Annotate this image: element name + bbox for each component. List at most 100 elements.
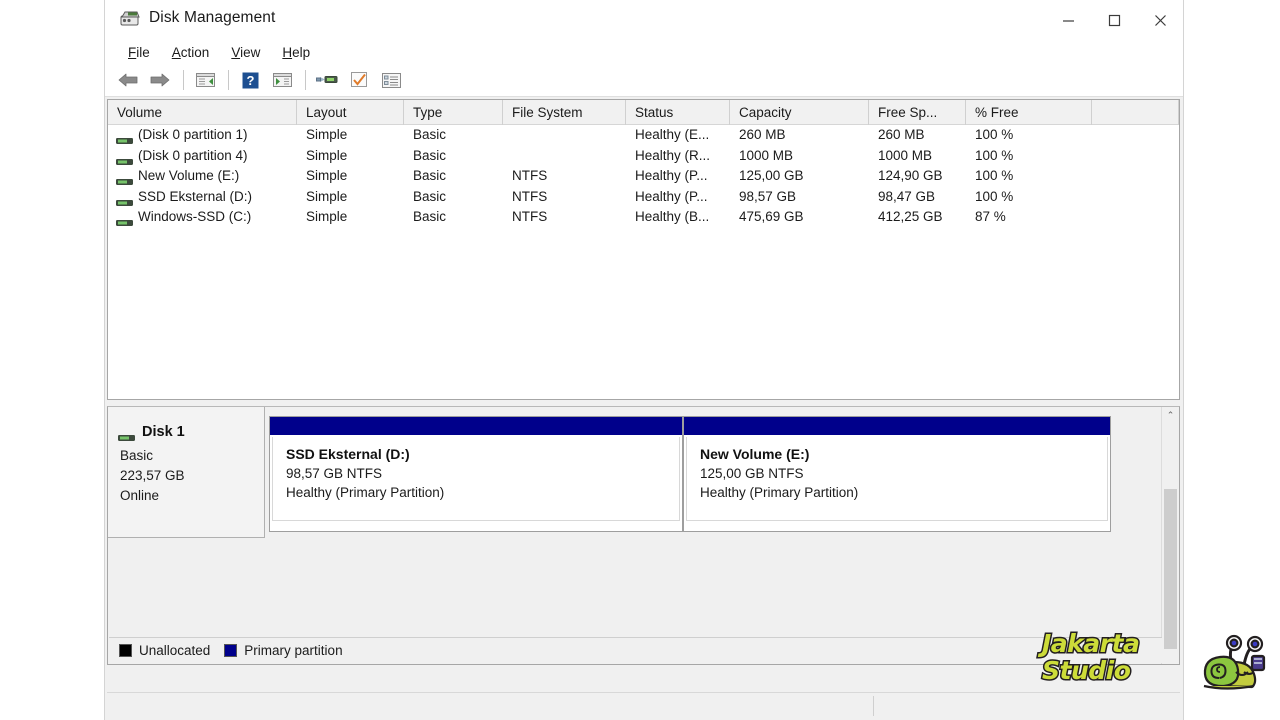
cell-status: Healthy (P... bbox=[635, 168, 708, 184]
legend-label: Primary partition bbox=[244, 643, 343, 658]
help-icon[interactable]: ? bbox=[235, 67, 265, 93]
properties-icon[interactable] bbox=[344, 67, 374, 93]
partition-area: SSD Eksternal (D:) 98,57 GB NTFS Healthy (… bbox=[265, 407, 1161, 538]
legend-label: Unallocated bbox=[139, 643, 211, 658]
scrollbar-thumb[interactable] bbox=[1164, 489, 1177, 649]
column-header-free[interactable]: % Free bbox=[966, 100, 1092, 125]
partition-color-bar bbox=[684, 417, 1110, 436]
cell-volume: New Volume (E:) bbox=[108, 166, 297, 187]
cell-type: Basic bbox=[413, 168, 447, 184]
partition-details: New Volume (E:) 125,00 GB NTFS Healthy (Pr… bbox=[686, 437, 1108, 521]
minimize-button[interactable] bbox=[1045, 0, 1091, 40]
column-header-volume[interactable]: Volume bbox=[108, 100, 297, 125]
cell-layout: Simple bbox=[306, 127, 348, 142]
volume-drive-icon bbox=[116, 152, 133, 165]
graphical-disk-view[interactable]: Disk 1 Basic 223,57 GB Online SSD Ekster… bbox=[107, 406, 1180, 665]
cell-type: Basic bbox=[413, 209, 447, 225]
cell-layout: Simple bbox=[306, 147, 348, 163]
menu-item-action[interactable]: Action bbox=[161, 43, 221, 62]
show-hide-action-pane-icon[interactable] bbox=[267, 67, 297, 93]
graph-scrollbar[interactable]: ⌃ bbox=[1161, 407, 1179, 664]
partition-size-fs: 125,00 GB NTFS bbox=[700, 466, 804, 481]
menu-item-file[interactable]: File bbox=[117, 43, 161, 62]
cell-volume: SSD Eksternal (D:) bbox=[108, 187, 297, 208]
disk-capacity: 223,57 GB bbox=[120, 468, 185, 483]
status-separator bbox=[873, 696, 874, 716]
window-controls bbox=[1045, 0, 1183, 40]
cell-type: Basic bbox=[413, 188, 447, 204]
cell-file-system: NTFS bbox=[512, 209, 548, 225]
back-icon[interactable] bbox=[113, 67, 143, 93]
legend-swatch bbox=[224, 644, 238, 657]
column-header-type[interactable]: Type bbox=[404, 100, 503, 125]
table-row[interactable]: Windows-SSD (C:) Simple Basic NTFS Healthy (… bbox=[108, 207, 1179, 228]
menu-bar: File Action View Help bbox=[105, 40, 1183, 64]
cell-capacity: 125,00 GB bbox=[739, 168, 804, 184]
forward-icon[interactable] bbox=[145, 67, 175, 93]
table-row[interactable]: New Volume (E:) Simple Basic NTFS Healthy (P… bbox=[108, 166, 1179, 187]
disk-management-window: Disk Management File Action View Help ? … bbox=[104, 0, 1184, 720]
tool-bar: ? bbox=[105, 64, 1183, 97]
cell-layout: Simple bbox=[306, 188, 348, 204]
cell-status: Healthy (B... bbox=[635, 209, 710, 225]
partition-name: SSD Eksternal (D:) bbox=[286, 446, 410, 462]
cell-status: Healthy (R... bbox=[635, 147, 711, 163]
column-header-free-sp[interactable]: Free Sp... bbox=[869, 100, 966, 125]
close-button[interactable] bbox=[1137, 0, 1183, 40]
disk-type: Basic bbox=[120, 448, 154, 463]
partition-name: New Volume (E:) bbox=[700, 446, 810, 462]
column-header-blank[interactable] bbox=[1092, 100, 1179, 125]
cell-layout: Simple bbox=[306, 209, 348, 225]
cell-file-system: NTFS bbox=[512, 168, 548, 184]
column-header-file-system[interactable]: File System bbox=[503, 100, 626, 125]
legend-item: Unallocated bbox=[119, 643, 210, 658]
partition-block[interactable]: SSD Eksternal (D:) 98,57 GB NTFS Healthy (… bbox=[269, 416, 683, 532]
scroll-up-icon[interactable]: ⌃ bbox=[1162, 407, 1179, 424]
all-tasks-icon[interactable] bbox=[376, 67, 406, 93]
partition-block[interactable]: New Volume (E:) 125,00 GB NTFS Healthy (Pr… bbox=[683, 416, 1111, 532]
disk-name: Disk 1 bbox=[142, 424, 185, 440]
cell-capacity: 1000 MB bbox=[739, 147, 794, 163]
disk-row-disk1[interactable]: Disk 1 Basic 223,57 GB Online SSD Ekster… bbox=[108, 407, 1161, 538]
cell-status: Healthy (E... bbox=[635, 127, 710, 142]
column-header-status[interactable]: Status bbox=[626, 100, 730, 125]
cell-type: Basic bbox=[413, 127, 447, 142]
maximize-button[interactable] bbox=[1091, 0, 1137, 40]
cell-free-space: 260 MB bbox=[878, 127, 925, 142]
toolbar-separator bbox=[183, 70, 184, 90]
toolbar-separator bbox=[228, 70, 229, 90]
cell-free-space: 1000 MB bbox=[878, 147, 933, 163]
column-header-layout[interactable]: Layout bbox=[297, 100, 404, 125]
disk-icon bbox=[118, 429, 135, 441]
volume-list[interactable]: Volume Layout Type File System Status Capacit… bbox=[107, 99, 1180, 400]
cell-volume: (Disk 0 partition 4) bbox=[108, 146, 297, 167]
table-row[interactable]: (Disk 0 partition 1) Simple Basic Healthy (… bbox=[108, 125, 1179, 146]
disk-management-icon bbox=[119, 10, 141, 28]
title-bar: Disk Management bbox=[105, 0, 1183, 40]
snail-mascot-icon bbox=[1192, 634, 1268, 705]
menu-item-view[interactable]: View bbox=[220, 43, 271, 62]
volume-drive-icon bbox=[116, 213, 133, 227]
cell-free-space: 124,90 GB bbox=[878, 168, 943, 184]
legend-item: Primary partition bbox=[224, 643, 343, 658]
cell-volume: Windows-SSD (C:) bbox=[108, 207, 297, 228]
table-row[interactable]: SSD Eksternal (D:) Simple Basic NTFS Healthy… bbox=[108, 187, 1179, 208]
menu-item-help[interactable]: Help bbox=[271, 43, 321, 62]
disk-info-panel[interactable]: Disk 1 Basic 223,57 GB Online bbox=[108, 407, 265, 538]
toolbar-separator bbox=[305, 70, 306, 90]
cell-capacity: 475,69 GB bbox=[739, 209, 804, 225]
table-row[interactable]: (Disk 0 partition 4) Simple Basic Healthy (… bbox=[108, 146, 1179, 167]
window-title: Disk Management bbox=[149, 9, 276, 26]
rescan-disks-icon[interactable] bbox=[312, 67, 342, 93]
show-hide-console-tree-icon[interactable] bbox=[190, 67, 220, 93]
svg-text:?: ? bbox=[246, 73, 254, 88]
partition-status: Healthy (Primary Partition) bbox=[286, 485, 445, 500]
volume-drive-icon bbox=[116, 172, 133, 186]
partition-size-fs: 98,57 GB NTFS bbox=[286, 466, 383, 481]
column-header-capacity[interactable]: Capacity bbox=[730, 100, 869, 125]
disk-status: Online bbox=[120, 488, 160, 503]
cell-capacity: 98,57 GB bbox=[739, 188, 797, 204]
cell-status: Healthy (P... bbox=[635, 188, 708, 204]
cell-free-space: 412,25 GB bbox=[878, 209, 943, 225]
cell-file-system bbox=[503, 125, 626, 146]
